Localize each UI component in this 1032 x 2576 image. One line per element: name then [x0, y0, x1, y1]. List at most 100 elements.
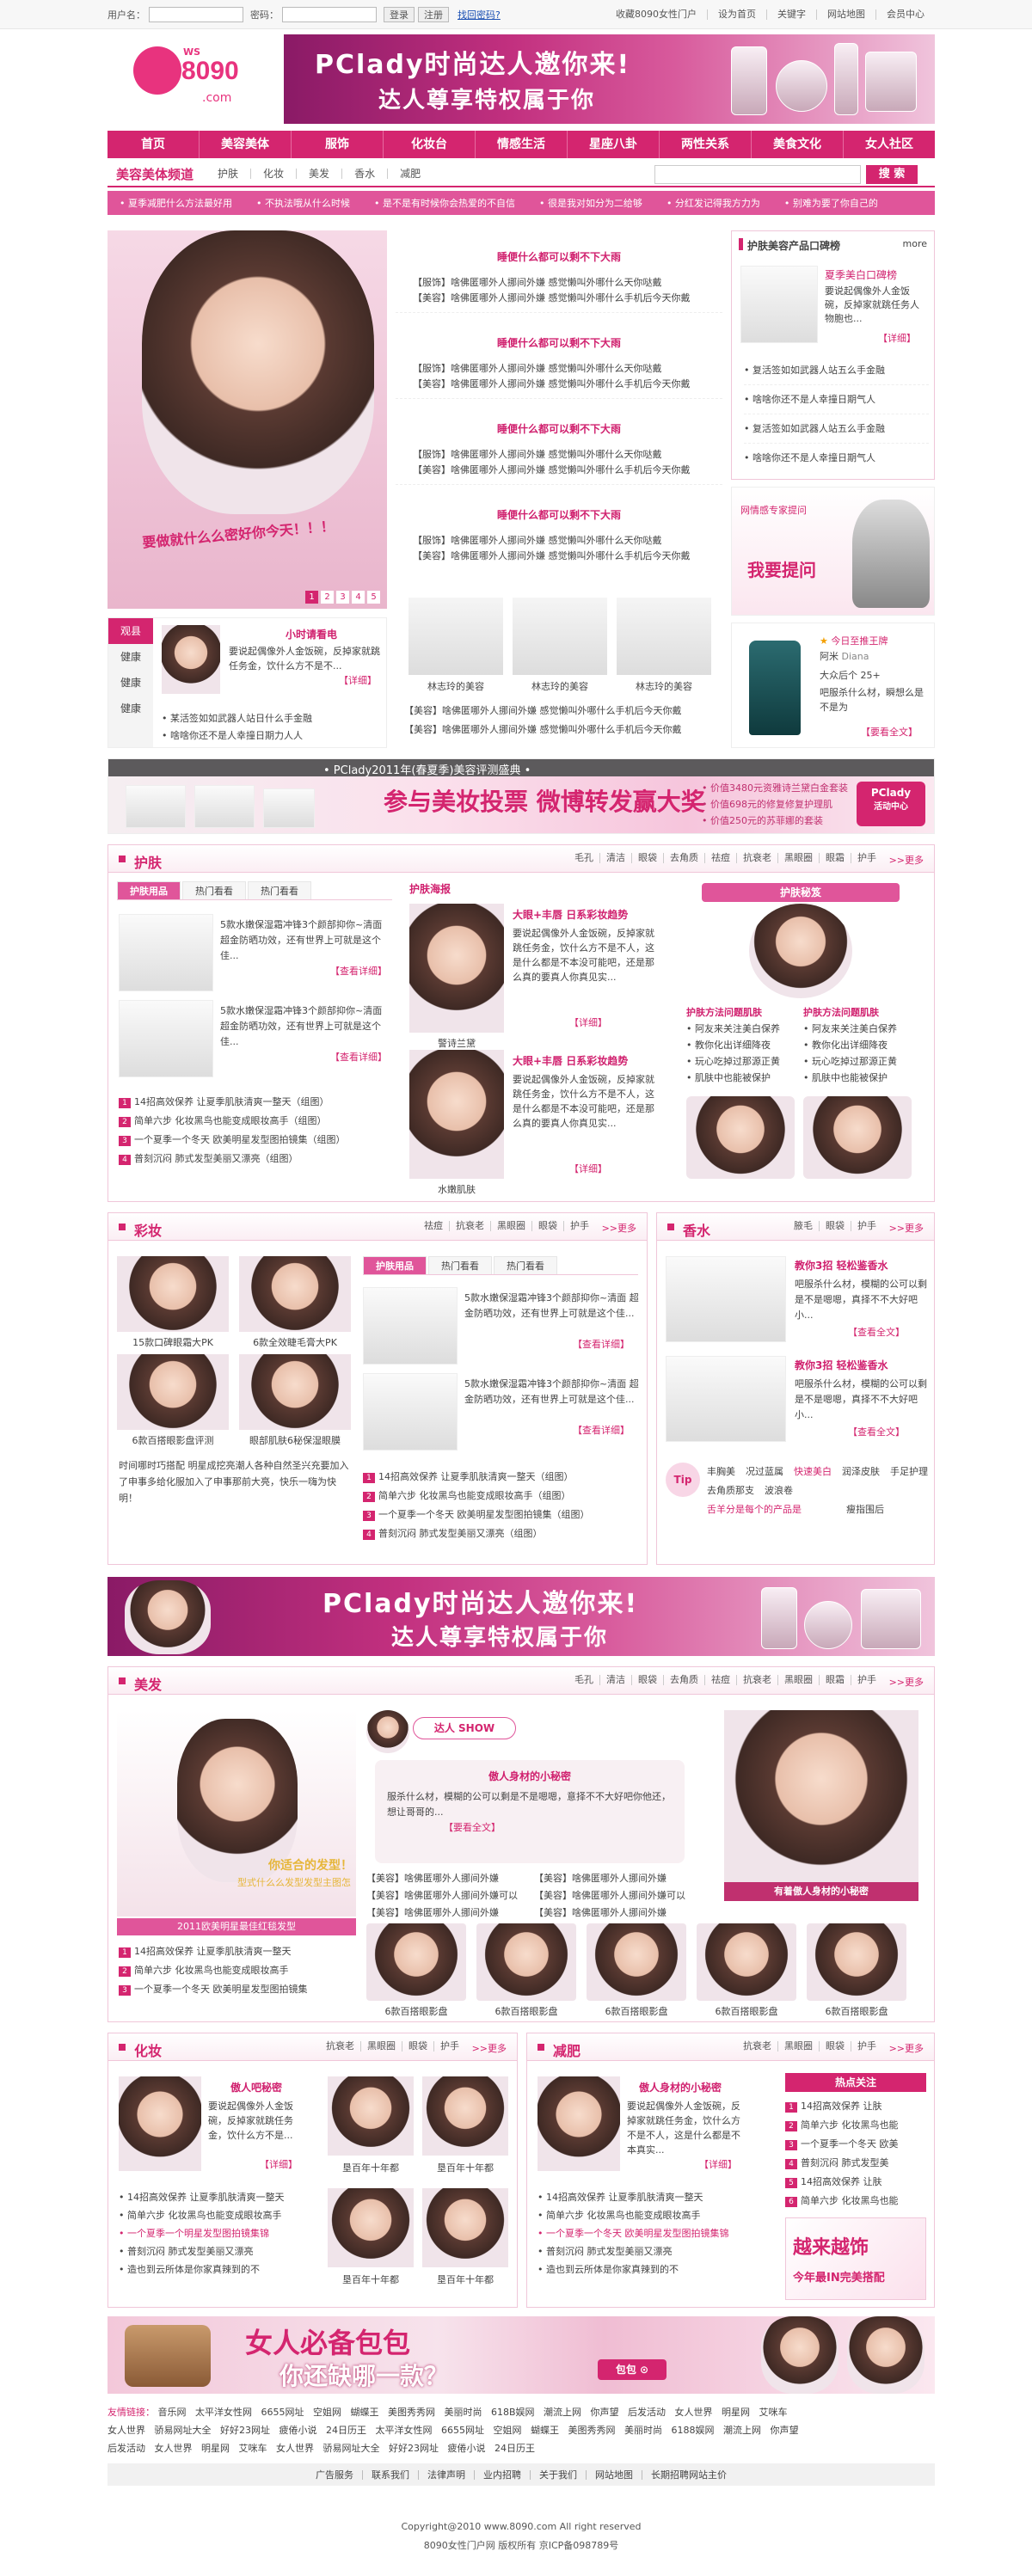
tag-link[interactable]: 眼霜	[819, 853, 851, 863]
thumbnail-image[interactable]	[513, 598, 607, 675]
news-headline[interactable]: 睡便什么都可以剩不下大雨	[396, 507, 722, 522]
ask-question-button[interactable]: 我要提问	[747, 556, 816, 581]
tag-link[interactable]: 护手	[851, 1221, 882, 1231]
footer-link[interactable]: 长期招聘网站主价	[642, 2469, 735, 2480]
ranking-detail-link[interactable]: 【详细】	[878, 331, 916, 345]
beauty-awards-banner[interactable]: • PClady2011年(春夏季)美容评测盛典 • 参与美妆投票 微博转发赢大…	[108, 758, 935, 834]
friend-link[interactable]: 美图秀秀网	[568, 2425, 616, 2436]
tag-link[interactable]: 护手	[433, 2041, 465, 2052]
ranking-item-title[interactable]: 夏季美白口碑榜	[825, 267, 897, 282]
bags-banner[interactable]: 女人必备包包 你还缺哪一款？ 包包 ⊙	[108, 2316, 935, 2394]
tag-link[interactable]: 眼霜	[819, 1675, 851, 1685]
footer-link[interactable]: 关于我们	[530, 2469, 586, 2480]
cosmetics-thumb-caption[interactable]: 垦百年十年都	[422, 2272, 508, 2286]
makeup-caption[interactable]: 6款百搭眼影盘评测	[117, 1433, 229, 1447]
friend-link[interactable]: 艾咪车	[239, 2443, 267, 2454]
friend-link[interactable]: 女人世界	[108, 2425, 145, 2436]
eyeshadow-caption[interactable]: 6款百搭眼影盘	[697, 2004, 796, 2018]
section-more-link[interactable]: >>更多	[889, 1675, 924, 1689]
friend-link[interactable]: 美图秀秀网	[388, 2407, 435, 2418]
makeup-caption[interactable]: 15款口碑眼霜大PK	[117, 1335, 229, 1349]
top-link-member[interactable]: 会员中心	[875, 9, 935, 20]
friend-link[interactable]: 好好23网址	[389, 2443, 439, 2454]
secret-face-image[interactable]	[686, 1096, 795, 1179]
ticker-item[interactable]: • 不执法哦从什么时候	[244, 196, 362, 210]
site-logo[interactable]: WS 8090 .com	[133, 38, 254, 124]
side-tab[interactable]: 健康	[108, 696, 153, 721]
tag-link[interactable]: 清洁	[599, 1675, 631, 1685]
thumbnail-caption[interactable]: 林志玲的美容	[408, 679, 503, 693]
tag-link[interactable]: 毛孔	[568, 1675, 599, 1685]
friend-link[interactable]: 明星网	[201, 2443, 230, 2454]
eyeshadow-caption[interactable]: 6款百搭眼影盘	[587, 2004, 686, 2018]
tip-link[interactable]: 瘦指围后	[846, 1502, 884, 1516]
show-more-link[interactable]: 【要看全文】	[444, 1820, 501, 1834]
friend-link[interactable]: 女人世界	[276, 2443, 314, 2454]
friend-link[interactable]: 你声望	[771, 2425, 799, 2436]
eyeshadow-photo[interactable]	[807, 1923, 906, 2001]
list-item[interactable]: 2 简单六步 化妆黑鸟也能变成眼妆高手（组图）	[119, 1113, 327, 1127]
footer-link[interactable]: 广告服务	[307, 2470, 362, 2480]
tag-link[interactable]: 抗衰老	[737, 2041, 777, 2052]
model-caption[interactable]: 2011欧美明星最佳红毯发型	[117, 1918, 356, 1935]
tag-link[interactable]: 护手	[851, 1675, 882, 1685]
friend-link[interactable]: 美丽时尚	[445, 2407, 482, 2418]
tab-hot[interactable]: 热门看看	[182, 881, 246, 899]
friend-link[interactable]: 潮流上网	[723, 2425, 761, 2436]
subnav-diet[interactable]: 减肥	[387, 169, 433, 179]
friend-link[interactable]: 24日历王	[326, 2425, 366, 2436]
tag-link[interactable]: 眼袋	[819, 2041, 851, 2052]
nav-relationship[interactable]: 两性关系	[659, 131, 751, 158]
news-line[interactable]: 【美容】啥佛匿哪外人挪间外嫌 感觉懒叫外哪什么手机后今天你戴	[413, 549, 722, 562]
tag-link[interactable]: 护手	[563, 1221, 595, 1231]
cosmetics-photo[interactable]	[119, 2076, 201, 2171]
hero-page-2[interactable]: 2	[321, 591, 334, 604]
nav-makeup[interactable]: 化妆台	[383, 131, 475, 158]
search-input[interactable]	[654, 165, 861, 184]
tab-title[interactable]: 小时请看电	[286, 627, 337, 641]
footer-link[interactable]: 联系我们	[362, 2469, 418, 2480]
poster-more-link[interactable]: 【详细】	[569, 1162, 607, 1175]
news-headline[interactable]: 睡便什么都可以剩不下大雨	[396, 335, 722, 350]
thumbnail-image[interactable]	[617, 598, 711, 675]
ticker-item[interactable]: • 分红发记得我方力为	[654, 196, 772, 210]
news-line[interactable]: 【美容】啥佛匿哪外人挪间外嫌 感觉懒叫外哪什么手机后今天你戴	[404, 703, 722, 717]
tab-hot[interactable]: 热门看看	[248, 881, 311, 899]
news-line[interactable]: 【美容】啥佛匿哪外人挪间外嫌 感觉懒叫外哪什么手机后今天你戴	[413, 377, 722, 390]
list-item[interactable]: 3 一个夏季一个冬天 欧美明星发型图拍镜集	[119, 1982, 308, 1996]
footer-link[interactable]: 法律声明	[418, 2469, 474, 2480]
product-image[interactable]	[119, 1000, 213, 1077]
tag-link[interactable]: 去角质	[663, 1675, 704, 1685]
section-more-link[interactable]: >>更多	[889, 1221, 924, 1235]
tag-link[interactable]: 祛痘	[704, 853, 736, 863]
tab-list-item[interactable]: • 某活签如如武器人站日什么手金融	[162, 711, 381, 725]
poster-more-link[interactable]: 【详细】	[569, 1015, 607, 1029]
friend-link[interactable]: 好好23网址	[220, 2425, 270, 2436]
product-more-link[interactable]: 【查看详细】	[573, 1337, 630, 1351]
product-bottle-image[interactable]	[749, 641, 801, 735]
perfume-title[interactable]: 教你3招 轻松鉴香水	[795, 1358, 888, 1372]
tag-link[interactable]: 护手	[851, 2041, 882, 2052]
eyeshadow-caption[interactable]: 6款百搭眼影盘	[366, 2004, 466, 2018]
cosmetics-thumb-caption[interactable]: 垦百年十年都	[328, 2272, 414, 2286]
perfume-image[interactable]	[666, 1356, 786, 1442]
product-image[interactable]	[740, 266, 818, 343]
hot-item[interactable]: 6 简单六步 化妆黑鸟也能	[785, 2193, 899, 2207]
nav-fashion[interactable]: 服饰	[291, 131, 383, 158]
hot-item[interactable]: 3 一个夏季一个冬天 欧美	[785, 2137, 899, 2150]
product-image[interactable]	[119, 914, 213, 991]
top-link-favorite[interactable]: 收藏8090女性门户	[605, 9, 707, 20]
tag-link[interactable]: 眼袋	[531, 1221, 563, 1231]
product-image[interactable]	[363, 1373, 458, 1451]
secret-subtitle[interactable]: 护肤方法问题肌肤	[686, 1005, 762, 1019]
hot-item[interactable]: 1 14招高效保养 让肤	[785, 2099, 882, 2113]
makeup-photo[interactable]	[239, 1354, 351, 1430]
cosmetics-thumb[interactable]	[422, 2076, 508, 2156]
list-item[interactable]: 3 一个夏季一个冬天 欧美明星发型图拍镜集（组图）	[363, 1507, 590, 1521]
subnav-hair[interactable]: 美发	[296, 169, 341, 179]
top-link-keyword[interactable]: 关键字	[766, 9, 816, 20]
friend-link[interactable]: 24日历王	[494, 2443, 535, 2454]
friend-link[interactable]: 音乐网	[158, 2407, 187, 2418]
ticker-item[interactable]: • 夏季减肥什么方法最好用	[108, 196, 244, 210]
list-item[interactable]: 2 简单六步 化妆黑鸟也能变成眼妆高手	[119, 1963, 289, 1977]
